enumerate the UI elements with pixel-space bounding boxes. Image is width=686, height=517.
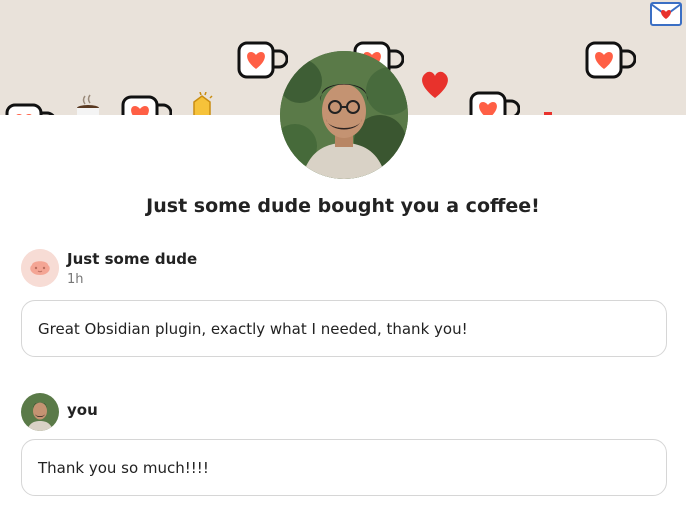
reply-avatar: [21, 393, 59, 431]
profile-photo-small: [21, 393, 59, 431]
default-avatar-icon: [21, 249, 59, 287]
clapping-hands-icon: [193, 92, 213, 115]
supporter-avatar: [21, 249, 59, 287]
message-timestamp: 1h: [67, 272, 84, 287]
recipient-avatar: [280, 51, 408, 179]
coffee-mug-heart-icon: [585, 41, 636, 79]
page-title: Just some dude bought you a coffee!: [146, 195, 540, 217]
coffee-mug-heart-icon: [237, 41, 288, 79]
supporter-name[interactable]: Just some dude: [67, 249, 197, 269]
supporter-message: Great Obsidian plugin, exactly what I ne…: [21, 300, 667, 357]
reply-message: Thank you so much!!!!: [21, 439, 667, 496]
profile-photo: [280, 51, 408, 179]
reply-header: you: [21, 393, 98, 431]
confetti-icon: [544, 112, 552, 115]
supporter-header: Just some dude 1h: [21, 249, 197, 287]
heart-icon: [422, 71, 448, 98]
envelope-heart-icon: [650, 2, 682, 26]
coffee-mug-heart-icon: [469, 91, 520, 115]
coffee-cup-icon: [77, 94, 99, 115]
coffee-mug-heart-icon: [5, 103, 55, 115]
coffee-mug-heart-icon: [121, 95, 172, 115]
reply-author-name: you: [67, 401, 98, 419]
